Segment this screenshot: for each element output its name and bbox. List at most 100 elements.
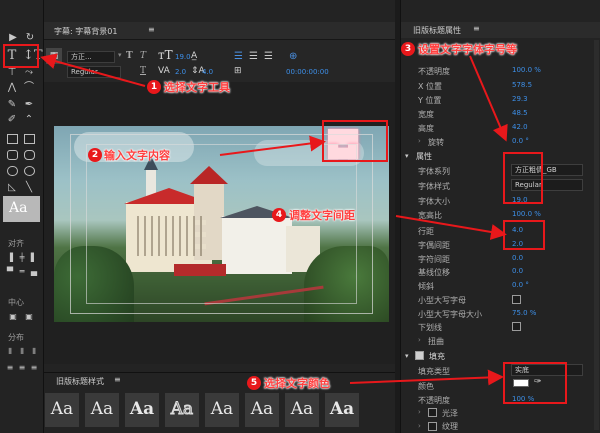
italic-icon[interactable]: T <box>140 51 146 61</box>
align-hcenter-icon[interactable]: ╪ <box>16 252 28 264</box>
width-value[interactable]: 48.5 <box>512 109 528 117</box>
fill-checkbox[interactable] <box>415 351 424 360</box>
height-value[interactable]: 42.0 <box>512 123 528 131</box>
ellipse-tool-icon[interactable] <box>7 166 18 176</box>
texture-checkbox[interactable] <box>428 422 437 431</box>
font-family-select[interactable]: 方正... <box>67 51 115 63</box>
distort-label[interactable]: 扭曲 <box>428 336 444 347</box>
small-caps-size-label: 小型大写字母大小 <box>418 310 482 319</box>
line-tool-icon[interactable]: ╲ <box>23 182 35 194</box>
bold-icon[interactable]: T <box>126 51 133 61</box>
tab-stops-icon[interactable]: ⊞ <box>234 66 242 76</box>
annotation-1-number: 1 <box>147 80 161 94</box>
arc-icon[interactable]: ⌒ <box>23 82 35 94</box>
rotation-tool-icon[interactable]: ↻ <box>24 32 36 44</box>
align-bottom-icon[interactable]: ▄ <box>28 266 40 278</box>
sheen-label: 光泽 <box>442 409 458 418</box>
center-vertical-icon[interactable]: ▣ <box>7 311 19 323</box>
properties-menu-icon[interactable]: ≡ <box>473 24 480 33</box>
font-size-value[interactable]: 19.0 <box>175 53 191 61</box>
selection-tool-icon[interactable]: ▶ <box>7 32 19 44</box>
sheen-expand-icon[interactable]: › <box>418 408 421 416</box>
distort-expand-icon[interactable]: › <box>418 336 421 344</box>
leading-value[interactable]: 4.0 <box>202 68 213 76</box>
font-dropdown-icon[interactable]: ▾ <box>118 51 122 59</box>
y-position-label: Y 位置 <box>418 96 442 105</box>
opacity-value[interactable]: 100.0 % <box>512 66 541 74</box>
align-left-text-icon[interactable]: ☰ <box>234 51 243 62</box>
path-type-tool-icon[interactable]: ⤳ <box>23 67 35 79</box>
styles-menu-icon[interactable]: ≡ <box>114 375 121 384</box>
small-caps-size-value[interactable]: 75.0 % <box>512 309 536 317</box>
editor-tab-title[interactable]: 字幕: 字幕背景01 <box>54 26 117 37</box>
show-video-icon[interactable]: ⊕ <box>289 51 297 62</box>
texture-label: 纹理 <box>442 422 458 431</box>
kerning-label: 字偶间距 <box>418 241 450 250</box>
style-swatch[interactable]: Aa <box>85 393 119 427</box>
rotation-value[interactable]: 0.0 ° <box>512 137 529 145</box>
triangle-tool-icon[interactable]: ◺ <box>6 182 18 194</box>
slant-value[interactable]: 0.0 ° <box>512 281 529 289</box>
underline-label: 下划线 <box>418 323 442 332</box>
align-top-icon[interactable]: ▀ <box>4 266 16 278</box>
texture-expand-icon[interactable]: › <box>418 422 421 430</box>
wedge-icon[interactable]: ⋀ <box>6 82 18 94</box>
rectangle-tool-icon[interactable] <box>7 134 18 144</box>
tracking-value[interactable]: 0.0 <box>512 254 523 262</box>
tab-menu-icon[interactable]: ≡ <box>148 25 155 34</box>
width-label: 宽度 <box>418 110 434 119</box>
align-vcenter-icon[interactable]: ═ <box>16 266 28 278</box>
x-position-label: X 位置 <box>418 82 443 91</box>
aspect-value[interactable]: 100.0 % <box>512 210 541 218</box>
rounded-rect-icon[interactable] <box>7 150 18 160</box>
kerning-value[interactable]: 2.0 <box>175 68 186 76</box>
background-video-icon[interactable]: ▦ <box>46 48 62 64</box>
x-position-value[interactable]: 578.5 <box>512 81 532 89</box>
style-swatch[interactable]: Aa <box>125 393 159 427</box>
baseline-value[interactable]: 0.0 <box>512 267 523 275</box>
distribute-top-icon[interactable]: ≡ <box>4 362 16 374</box>
distribute-bottom-icon[interactable]: ≡ <box>28 362 40 374</box>
area-type-tool-icon[interactable]: ⊤ <box>6 67 18 79</box>
circle-tool-icon[interactable] <box>24 166 35 176</box>
convert-anchor-icon[interactable]: ⌃ <box>23 114 35 126</box>
center-horizontal-icon[interactable]: ▣ <box>23 311 35 323</box>
style-swatch[interactable]: Aa <box>245 393 279 427</box>
delete-anchor-icon[interactable]: ✐ <box>6 114 18 126</box>
timecode-value[interactable]: 00:00:00:00 <box>286 68 329 76</box>
y-position-value[interactable]: 29.3 <box>512 95 528 103</box>
style-swatch[interactable]: Aa <box>205 393 239 427</box>
underline-checkbox[interactable] <box>512 322 521 331</box>
attributes-collapse-icon[interactable]: ▾ <box>405 152 409 160</box>
distribute-right-icon[interactable]: ⫴ <box>28 346 40 358</box>
fill-collapse-icon[interactable]: ▾ <box>405 352 409 360</box>
small-caps-checkbox[interactable] <box>512 295 521 304</box>
style-swatch[interactable]: Aa <box>285 393 319 427</box>
pen-tool-icon[interactable]: ✎ <box>6 99 18 111</box>
properties-scrollbar[interactable] <box>594 40 599 430</box>
annotation-4-number: 4 <box>272 208 286 222</box>
rounded-corner-icon[interactable] <box>24 150 35 160</box>
add-anchor-icon[interactable]: ✒ <box>23 99 35 111</box>
distribute-vcenter-icon[interactable]: ≡ <box>16 362 28 374</box>
align-right-icon[interactable]: ▌ <box>28 252 40 264</box>
align-left-icon[interactable]: ▐ <box>4 252 16 264</box>
annotation-5-number: 5 <box>247 376 261 390</box>
style-swatch[interactable]: Aa <box>45 393 79 427</box>
align-center-text-icon[interactable]: ☰ <box>249 51 258 62</box>
style-swatch[interactable]: Aa <box>165 393 199 427</box>
height-label: 高度 <box>418 124 434 133</box>
align-label: 对齐 <box>8 239 24 248</box>
aspect-label: 宽高比 <box>418 211 442 220</box>
rotation-expand-icon[interactable]: › <box>418 137 421 145</box>
font-style-select[interactable]: Regular <box>67 66 121 78</box>
style-swatch[interactable]: Aa <box>325 393 359 427</box>
align-right-text-icon[interactable]: ☰ <box>264 51 273 62</box>
underline-icon[interactable]: T <box>140 66 146 76</box>
sheen-checkbox[interactable] <box>428 408 437 417</box>
clipped-rect-icon[interactable] <box>24 134 35 144</box>
distribute-left-icon[interactable]: ⫴ <box>4 346 16 358</box>
distribute-center-icon[interactable]: ⫴ <box>16 346 28 358</box>
attributes-title[interactable]: 属性 <box>416 151 432 162</box>
opacity-label: 不透明度 <box>418 67 450 76</box>
